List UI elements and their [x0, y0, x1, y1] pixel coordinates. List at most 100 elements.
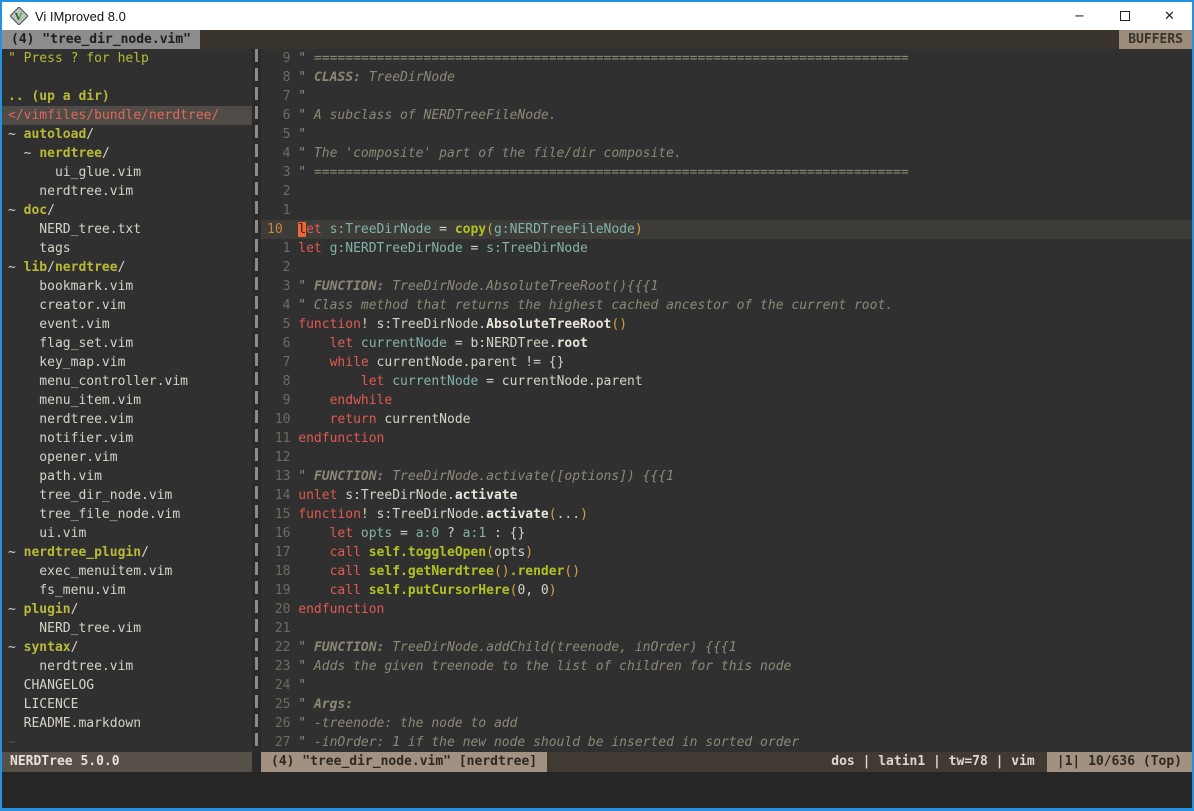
- close-button[interactable]: ✕: [1147, 2, 1192, 30]
- tree-node[interactable]: NERD_tree.txt: [2, 220, 252, 239]
- text-token: = b:NERDTree.: [447, 336, 557, 351]
- tree-node[interactable]: path.vim: [2, 467, 252, 486]
- command-line[interactable]: [2, 772, 1192, 808]
- tree-node[interactable]: ~ nerdtree/: [2, 144, 252, 163]
- text-token: </vimfiles/bundle/nerdtree/: [8, 108, 219, 123]
- tree-node[interactable]: ui_glue.vim: [2, 163, 252, 182]
- text-token: ! s:TreeDirNode.: [361, 317, 486, 332]
- tree-node[interactable]: .. (up a dir): [2, 87, 252, 106]
- code-line[interactable]: 2: [261, 258, 1192, 277]
- text-token: [298, 412, 329, 427]
- text-token: endfunction: [298, 431, 384, 446]
- text-token: TreeDirNode.addChild(treenode, inOrder) …: [384, 640, 736, 655]
- code-line[interactable]: 8 let currentNode = currentNode.parent: [261, 372, 1192, 391]
- code-line[interactable]: 19 call self.putCursorHere(0, 0): [261, 581, 1192, 600]
- code-line[interactable]: 13" FUNCTION: TreeDirNode.activate([opti…: [261, 467, 1192, 486]
- code-line[interactable]: 7 while currentNode.parent != {}: [261, 353, 1192, 372]
- text-token: tree_file_node.vim: [8, 507, 180, 522]
- line-number: 6: [267, 334, 290, 353]
- tree-node[interactable]: key_map.vim: [2, 353, 252, 372]
- text-token: let: [361, 374, 384, 389]
- maximize-button[interactable]: [1102, 2, 1147, 30]
- tree-node[interactable]: event.vim: [2, 315, 252, 334]
- code-line[interactable]: 8" CLASS: TreeDirNode: [261, 68, 1192, 87]
- code-line[interactable]: 2: [261, 182, 1192, 201]
- code-line[interactable]: 25" Args:: [261, 695, 1192, 714]
- code-line[interactable]: 15function! s:TreeDirNode.activate(...): [261, 505, 1192, 524]
- tree-node[interactable]: bookmark.vim: [2, 277, 252, 296]
- window-split-separator[interactable]: [252, 49, 261, 752]
- code-line[interactable]: 21: [261, 619, 1192, 638]
- tree-node[interactable]: flag_set.vim: [2, 334, 252, 353]
- tree-node[interactable]: </vimfiles/bundle/nerdtree/: [2, 106, 252, 125]
- tree-node[interactable]: menu_controller.vim: [2, 372, 252, 391]
- code-line[interactable]: 7": [261, 87, 1192, 106]
- text-token: g:NERDTreeFileNode: [494, 222, 635, 237]
- tree-node[interactable]: ~ nerdtree_plugin/: [2, 543, 252, 562]
- window-title: Vi IMproved 8.0: [35, 9, 126, 24]
- tree-node[interactable]: " Press ? for help: [2, 49, 252, 68]
- tree-node[interactable]: nerdtree.vim: [2, 657, 252, 676]
- line-number: 11: [267, 429, 290, 448]
- tree-node[interactable]: LICENCE: [2, 695, 252, 714]
- code-line[interactable]: 9" =====================================…: [261, 49, 1192, 68]
- code-line[interactable]: 20endfunction: [261, 600, 1192, 619]
- tree-node[interactable]: ~ autoload/: [2, 125, 252, 144]
- text-token: [353, 336, 361, 351]
- code-line[interactable]: 1let g:NERDTreeDirNode = s:TreeDirNode: [261, 239, 1192, 258]
- code-line[interactable]: 26" -treenode: the node to add: [261, 714, 1192, 733]
- tree-node[interactable]: tree_file_node.vim: [2, 505, 252, 524]
- tree-node[interactable]: ~ syntax/: [2, 638, 252, 657]
- tree-node[interactable]: ui.vim: [2, 524, 252, 543]
- tree-node[interactable]: menu_item.vim: [2, 391, 252, 410]
- nerdtree-status: NERDTree 5.0.0: [2, 752, 252, 772]
- code-line[interactable]: 12: [261, 448, 1192, 467]
- code-line[interactable]: 3" FUNCTION: TreeDirNode.AbsoluteTreeRoo…: [261, 277, 1192, 296]
- code-line[interactable]: 10let s:TreeDirNode = copy(g:NERDTreeFil…: [261, 220, 1192, 239]
- tree-node[interactable]: nerdtree.vim: [2, 182, 252, 201]
- code-line[interactable]: 11 endfunction: [261, 429, 1192, 448]
- tree-node[interactable]: NERD_tree.vim: [2, 619, 252, 638]
- code-line[interactable]: 1: [261, 201, 1192, 220]
- tab-active[interactable]: (4) "tree_dir_node.vim": [2, 30, 200, 49]
- code-line[interactable]: 3" =====================================…: [261, 163, 1192, 182]
- tree-node[interactable]: [2, 68, 252, 87]
- tree-node[interactable]: creator.vim: [2, 296, 252, 315]
- code-line[interactable]: 27" -inOrder: 1 if the new node should b…: [261, 733, 1192, 752]
- tree-node[interactable]: ~: [2, 733, 252, 752]
- tree-node[interactable]: notifier.vim: [2, 429, 252, 448]
- code-line[interactable]: 5": [261, 125, 1192, 144]
- code-line[interactable]: 23" Adds the given treenode to the list …: [261, 657, 1192, 676]
- line-number: 5: [267, 315, 290, 334]
- code-line[interactable]: 9 endwhile: [261, 391, 1192, 410]
- tree-node[interactable]: CHANGELOG: [2, 676, 252, 695]
- tree-node[interactable]: ~ plugin/: [2, 600, 252, 619]
- code-line[interactable]: 17 call self.toggleOpen(opts): [261, 543, 1192, 562]
- code-line[interactable]: 22" FUNCTION: TreeDirNode.addChild(treen…: [261, 638, 1192, 657]
- tree-node[interactable]: nerdtree.vim: [2, 410, 252, 429]
- code-line[interactable]: 16 let opts = a:0 ? a:1 : {}: [261, 524, 1192, 543]
- text-token: " -treenode: the node to add: [298, 716, 517, 731]
- tree-node[interactable]: exec_menuitem.vim: [2, 562, 252, 581]
- text-token: [298, 374, 361, 389]
- code-line[interactable]: 6" A subclass of NERDTreeFileNode.: [261, 106, 1192, 125]
- code-line[interactable]: 6 let currentNode = b:NERDTree.root: [261, 334, 1192, 353]
- minimize-button[interactable]: −: [1057, 2, 1102, 30]
- tree-node[interactable]: README.markdown: [2, 714, 252, 733]
- text-token: self.toggleOpen: [369, 545, 486, 560]
- code-line[interactable]: 4" The 'composite' part of the file/dir …: [261, 144, 1192, 163]
- code-line[interactable]: 10 return currentNode: [261, 410, 1192, 429]
- tree-node[interactable]: ~ doc/: [2, 201, 252, 220]
- code-line[interactable]: 14unlet s:TreeDirNode.activate: [261, 486, 1192, 505]
- text-token: ": [298, 89, 306, 104]
- cursor: l: [298, 222, 306, 237]
- tree-node[interactable]: fs_menu.vim: [2, 581, 252, 600]
- tree-node[interactable]: tree_dir_node.vim: [2, 486, 252, 505]
- tree-node[interactable]: tags: [2, 239, 252, 258]
- tree-node[interactable]: opener.vim: [2, 448, 252, 467]
- code-line[interactable]: 4" Class method that returns the highest…: [261, 296, 1192, 315]
- code-line[interactable]: 5function! s:TreeDirNode.AbsoluteTreeRoo…: [261, 315, 1192, 334]
- tree-node[interactable]: ~ lib/nerdtree/: [2, 258, 252, 277]
- code-line[interactable]: 18 call self.getNerdtree().render(): [261, 562, 1192, 581]
- code-line[interactable]: 24": [261, 676, 1192, 695]
